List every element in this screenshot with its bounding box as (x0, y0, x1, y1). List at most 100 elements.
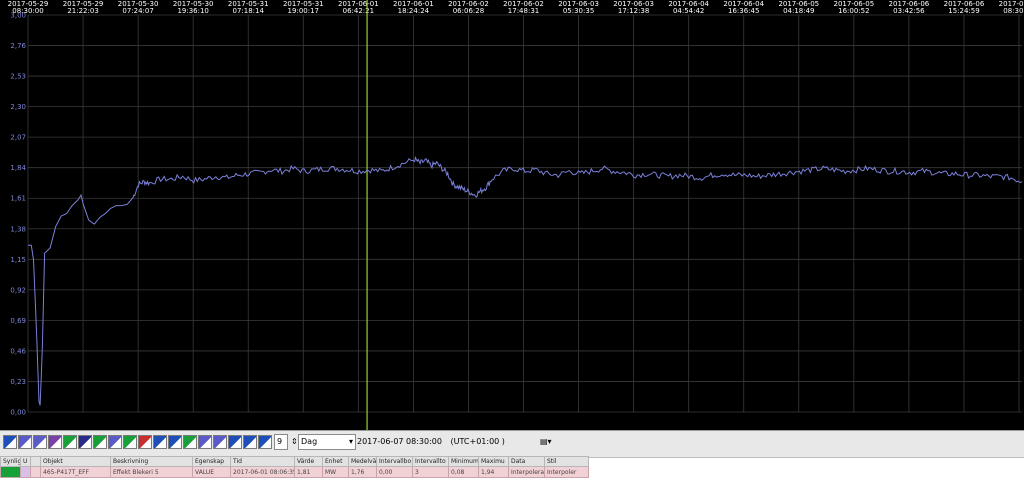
rewind-button[interactable] (243, 435, 257, 449)
checkmark-icon (124, 436, 136, 448)
delete-button[interactable] (138, 435, 152, 449)
period-count-field[interactable]: 9 (274, 434, 288, 450)
export-button[interactable] (93, 435, 107, 449)
trend-add-icon (19, 436, 31, 448)
legend-cell: Interpoler (544, 466, 589, 478)
copy-icon (109, 436, 121, 448)
legend-column-header[interactable]: Intervallto (412, 456, 449, 467)
legend-column-header[interactable]: Synlig (0, 456, 21, 467)
legend-cell: Interpolera (508, 466, 545, 478)
legend-column-header[interactable]: Enhet (322, 456, 349, 467)
trend-chart[interactable]: 3,00 2,76 2,53 2,30 2,07 1,84 1,61 1,38 1,15 0,92… (0, 0, 1024, 430)
trend-add-button[interactable] (18, 435, 32, 449)
legend-cell: VALUE (192, 466, 231, 478)
legend-column-header[interactable]: Stil (544, 456, 589, 467)
legend-cell: 1,94 (478, 466, 509, 478)
table-button[interactable] (78, 435, 92, 449)
legend-table: Synlig U Objekt Beskrivning Egenskap Tid Värde… (0, 456, 589, 478)
zoom-out-button[interactable] (213, 435, 227, 449)
play-button[interactable] (3, 435, 17, 449)
calendar-icon: ▤▾ (540, 437, 552, 446)
rewind-icon (244, 436, 256, 448)
x-tick-time: 06:06:28 (453, 7, 484, 15)
end-time-field[interactable]: 2017-06-07 08:30:00 (UTC+01:00 ) (357, 434, 517, 450)
trend-edit-icon (34, 436, 46, 448)
save-icon (64, 436, 76, 448)
chart-view-button[interactable] (48, 435, 62, 449)
table-icon (79, 436, 91, 448)
trend-chart-svg[interactable]: 3,002,762,532,302,071,841,611,381,150,92… (0, 0, 1024, 430)
legend-column-header[interactable]: Medelvä (348, 456, 377, 467)
forward-button[interactable] (168, 435, 182, 449)
y-tick-label: 0,92 (10, 286, 26, 294)
legend-column-header[interactable]: Minimum (448, 456, 479, 467)
toolbar: 9 ⇕ Dag ▾ 2017-06-07 08:30:00 (UTC+01:00… (0, 430, 1024, 458)
checkmark-button[interactable] (123, 435, 137, 449)
x-tick-time: 21:22:03 (67, 7, 98, 15)
legend-cell: Effekt Blekeri 5 (110, 466, 193, 478)
x-tick-time: 16:36:45 (728, 7, 759, 15)
y-tick-label: 0,69 (10, 317, 26, 325)
legend-column-header[interactable]: Data (508, 456, 545, 467)
x-tick-time: 08:30:00 (1003, 7, 1024, 15)
zoom-in-icon (199, 436, 211, 448)
y-tick-label: 2,76 (10, 42, 26, 50)
export-icon (94, 436, 106, 448)
x-tick-time: 19:36:10 (177, 7, 208, 15)
save-button[interactable] (63, 435, 77, 449)
legend-column-header[interactable]: Intervallbo (376, 456, 413, 467)
back-button[interactable] (153, 435, 167, 449)
chart-view-icon (49, 436, 61, 448)
x-tick-time: 08:30:00 (12, 7, 43, 15)
x-tick-time: 05:30:35 (563, 7, 594, 15)
y-tick-label: 2,30 (10, 103, 26, 111)
period-count-spinner-icon[interactable]: ⇕ (291, 434, 298, 450)
y-tick-label: 1,61 (10, 195, 26, 203)
visible-checkbox[interactable] (20, 466, 31, 478)
calendar-dropdown[interactable]: ▤▾ (540, 434, 558, 450)
y-tick-label: 1,84 (10, 164, 26, 172)
x-tick-time: 15:24:59 (948, 7, 979, 15)
timezone-value: (UTC+01:00 ) (450, 437, 505, 446)
x-tick-time: 16:00:52 (838, 7, 869, 15)
legend-cell: 0,00 (376, 466, 413, 478)
y-tick-label: 2,07 (10, 134, 26, 142)
legend-column-header[interactable]: Beskrivning (110, 456, 193, 467)
legend-column-header[interactable]: Objekt (40, 456, 111, 467)
legend-column-header[interactable]: U (20, 456, 31, 467)
x-tick-time: 18:24:24 (398, 7, 430, 15)
x-tick-time: 07:24:07 (122, 7, 153, 15)
series-color-swatch[interactable] (0, 466, 21, 478)
legend-row[interactable]: 465-P417T_EFF Effekt Blekeri 5 VALUE 2017-0… (0, 466, 589, 478)
legend-cell: 0,08 (448, 466, 479, 478)
legend-cell: MW (322, 466, 349, 478)
legend-cell (30, 466, 41, 478)
period-unit-value: Dag (301, 437, 318, 446)
legend-column-header[interactable]: Tid (230, 456, 295, 467)
refresh-button[interactable] (183, 435, 197, 449)
zoom-in-button[interactable] (198, 435, 212, 449)
period-unit-select[interactable]: Dag ▾ (298, 434, 356, 450)
first-icon (229, 436, 241, 448)
first-button[interactable] (228, 435, 242, 449)
x-tick-time: 07:18:14 (232, 7, 264, 15)
refresh-icon (184, 436, 196, 448)
fast-forward-button[interactable] (258, 435, 272, 449)
x-tick-time: 06:42:21 (343, 7, 374, 15)
copy-button[interactable] (108, 435, 122, 449)
legend-column-header[interactable] (30, 456, 41, 467)
legend-cell: 2017-06-01 08:06:35 (230, 466, 295, 478)
x-tick-time: 19:00:17 (288, 7, 319, 15)
legend-column-header[interactable]: Egenskap (192, 456, 231, 467)
legend-column-header[interactable]: Värde (294, 456, 323, 467)
legend-column-header[interactable]: Maximu (478, 456, 509, 467)
trend-edit-button[interactable] (33, 435, 47, 449)
x-tick-time: 17:48:31 (508, 7, 539, 15)
legend-header-row: Synlig U Objekt Beskrivning Egenskap Tid Värde… (0, 456, 589, 467)
series-line (28, 155, 1023, 406)
forward-icon (169, 436, 181, 448)
back-icon (154, 436, 166, 448)
y-tick-label: 2,53 (10, 73, 26, 81)
y-tick-label: 1,15 (10, 256, 26, 264)
legend-cell: 1,76 (348, 466, 377, 478)
